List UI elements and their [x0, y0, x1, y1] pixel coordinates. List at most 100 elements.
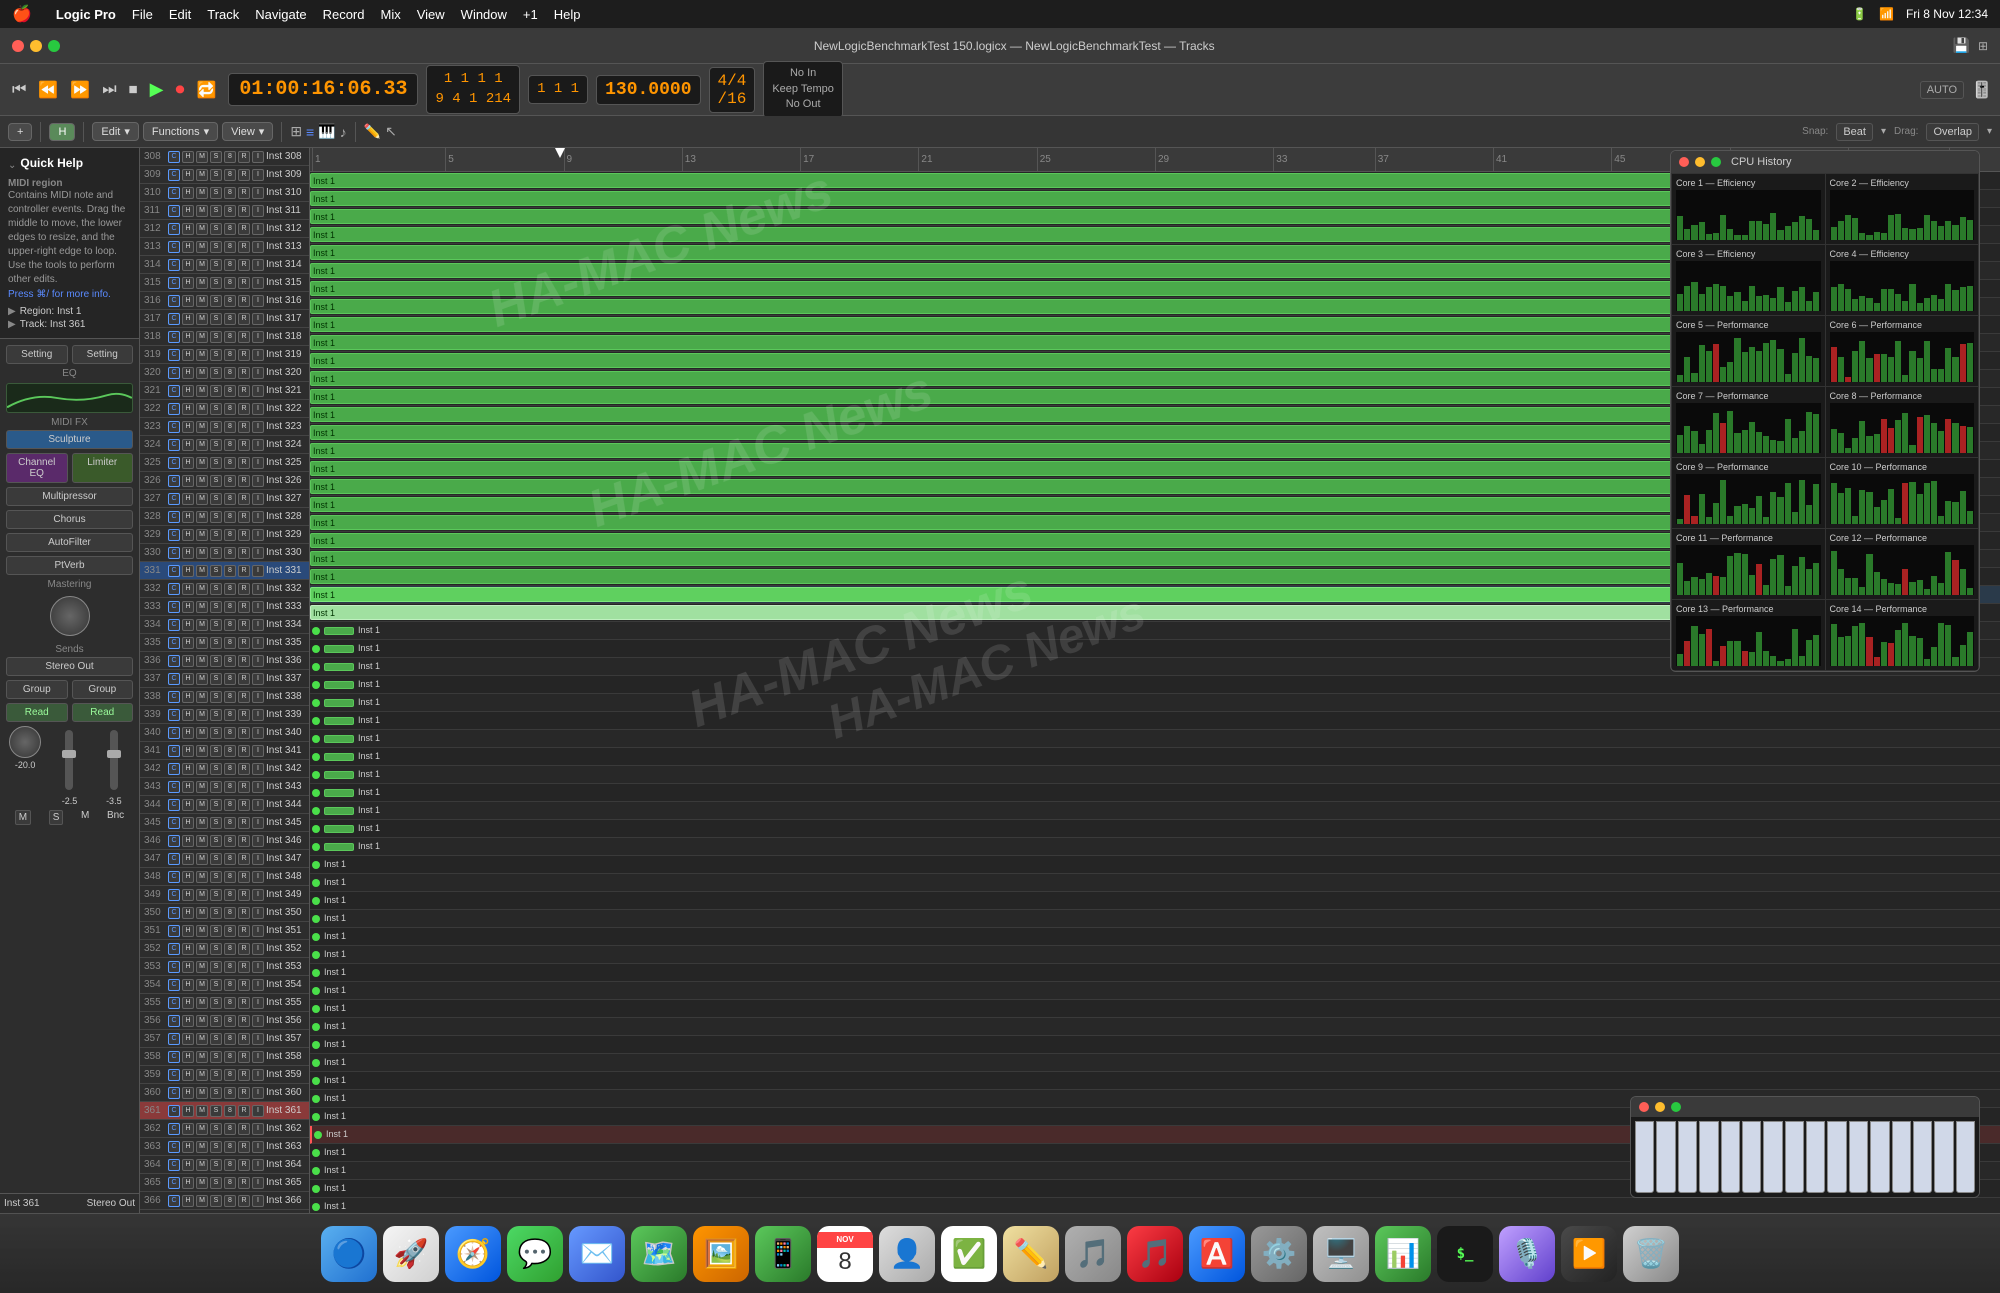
- track-i-318[interactable]: I: [252, 331, 264, 343]
- track-solo-319[interactable]: H: [182, 349, 194, 361]
- dock-itunes[interactable]: 🎵: [1065, 1226, 1121, 1282]
- track-m-343[interactable]: M: [196, 781, 208, 793]
- menu-edit[interactable]: Edit: [169, 7, 191, 22]
- track-m-329[interactable]: M: [196, 529, 208, 541]
- collapse-icon[interactable]: ⌄: [8, 160, 16, 171]
- arrange-row-365[interactable]: Inst 1: [310, 1198, 2000, 1213]
- track-mute-347[interactable]: C: [168, 853, 180, 865]
- track-mute-323[interactable]: C: [168, 421, 180, 433]
- track-m-340[interactable]: M: [196, 727, 208, 739]
- track-m-347[interactable]: M: [196, 853, 208, 865]
- track-r-327[interactable]: R: [238, 493, 250, 505]
- track-r-363[interactable]: R: [238, 1141, 250, 1153]
- track-mute-357[interactable]: C: [168, 1033, 180, 1045]
- track-8-331[interactable]: 8: [224, 565, 236, 577]
- track-r-338[interactable]: R: [238, 691, 250, 703]
- track-r-326[interactable]: R: [238, 475, 250, 487]
- track-header-329[interactable]: 329 C H M S 8 R I Inst 329: [140, 526, 309, 544]
- group-slot[interactable]: Group: [6, 680, 68, 699]
- dock-calendar[interactable]: NOV 8: [817, 1226, 873, 1282]
- track-s-325[interactable]: S: [210, 457, 222, 469]
- dock-trash[interactable]: 🗑️: [1623, 1226, 1679, 1282]
- piano-white-key-3[interactable]: [1699, 1121, 1718, 1193]
- track-mute-350[interactable]: C: [168, 907, 180, 919]
- arrange-row-344[interactable]: Inst 1: [310, 820, 2000, 838]
- track-s-350[interactable]: S: [210, 907, 222, 919]
- track-8-355[interactable]: 8: [224, 997, 236, 1009]
- track-i-314[interactable]: I: [252, 259, 264, 271]
- track-8-347[interactable]: 8: [224, 853, 236, 865]
- track-s-322[interactable]: S: [210, 403, 222, 415]
- menu-file[interactable]: File: [132, 7, 153, 22]
- track-header-342[interactable]: 342 C H M S 8 R I Inst 342: [140, 760, 309, 778]
- track-solo-338[interactable]: H: [182, 691, 194, 703]
- track-i-321[interactable]: I: [252, 385, 264, 397]
- track-i-342[interactable]: I: [252, 763, 264, 775]
- track-s-343[interactable]: S: [210, 781, 222, 793]
- track-8-335[interactable]: 8: [224, 637, 236, 649]
- track-r-328[interactable]: R: [238, 511, 250, 523]
- track-8-325[interactable]: 8: [224, 457, 236, 469]
- track-r-329[interactable]: R: [238, 529, 250, 541]
- track-r-347[interactable]: R: [238, 853, 250, 865]
- tempo-display[interactable]: 130.0000: [596, 75, 700, 105]
- track-i-347[interactable]: I: [252, 853, 264, 865]
- track-8-342[interactable]: 8: [224, 763, 236, 775]
- track-header-317[interactable]: 317 C H M S 8 R I Inst 317: [140, 310, 309, 328]
- track-r-320[interactable]: R: [238, 367, 250, 379]
- track-r-323[interactable]: R: [238, 421, 250, 433]
- track-s-316[interactable]: S: [210, 295, 222, 307]
- track-m-358[interactable]: M: [196, 1051, 208, 1063]
- mini-region-341[interactable]: [324, 771, 354, 779]
- track-i-357[interactable]: I: [252, 1033, 264, 1045]
- track-i-364[interactable]: I: [252, 1159, 264, 1171]
- track-s-323[interactable]: S: [210, 421, 222, 433]
- track-header-323[interactable]: 323 C H M S 8 R I Inst 323: [140, 418, 309, 436]
- track-8-328[interactable]: 8: [224, 511, 236, 523]
- track-solo-327[interactable]: H: [182, 493, 194, 505]
- track-mute-332[interactable]: C: [168, 583, 180, 595]
- track-8-359[interactable]: 8: [224, 1069, 236, 1081]
- fader-1[interactable]: [65, 730, 73, 790]
- dock-finder[interactable]: 🔵: [321, 1226, 377, 1282]
- track-i-335[interactable]: I: [252, 637, 264, 649]
- track-i-360[interactable]: I: [252, 1087, 264, 1099]
- track-solo-363[interactable]: H: [182, 1141, 194, 1153]
- track-header-325[interactable]: 325 C H M S 8 R I Inst 325: [140, 454, 309, 472]
- track-mute-333[interactable]: C: [168, 601, 180, 613]
- track-r-318[interactable]: R: [238, 331, 250, 343]
- track-solo-348[interactable]: H: [182, 871, 194, 883]
- track-r-342[interactable]: R: [238, 763, 250, 775]
- track-solo-329[interactable]: H: [182, 529, 194, 541]
- track-mute-345[interactable]: C: [168, 817, 180, 829]
- track-8-358[interactable]: 8: [224, 1051, 236, 1063]
- track-m-339[interactable]: M: [196, 709, 208, 721]
- track-s-366[interactable]: S: [210, 1195, 222, 1207]
- track-i-344[interactable]: I: [252, 799, 264, 811]
- dock-syspreferences[interactable]: ⚙️: [1251, 1226, 1307, 1282]
- track-header-335[interactable]: 335 C H M S 8 R I Inst 335: [140, 634, 309, 652]
- track-i-361[interactable]: I: [252, 1105, 264, 1117]
- track-m-341[interactable]: M: [196, 745, 208, 757]
- mini-region-334[interactable]: [324, 645, 354, 653]
- track-i-332[interactable]: I: [252, 583, 264, 595]
- dock-maps[interactable]: 🗺️: [631, 1226, 687, 1282]
- track-m-355[interactable]: M: [196, 997, 208, 1009]
- track-8-363[interactable]: 8: [224, 1141, 236, 1153]
- track-solo-309[interactable]: H: [182, 169, 194, 181]
- save-icon[interactable]: 💾: [1953, 37, 1970, 54]
- arrange-row-356[interactable]: Inst 1: [310, 1036, 2000, 1054]
- track-solo-357[interactable]: H: [182, 1033, 194, 1045]
- track-m-359[interactable]: M: [196, 1069, 208, 1081]
- track-s-364[interactable]: S: [210, 1159, 222, 1171]
- track-solo-342[interactable]: H: [182, 763, 194, 775]
- arrange-row-346[interactable]: Inst 1: [310, 856, 2000, 874]
- track-r-316[interactable]: R: [238, 295, 250, 307]
- track-8-309[interactable]: 8: [224, 169, 236, 181]
- track-8-357[interactable]: 8: [224, 1033, 236, 1045]
- track-r-330[interactable]: R: [238, 547, 250, 559]
- dock-activity[interactable]: 📊: [1375, 1226, 1431, 1282]
- track-s-314[interactable]: S: [210, 259, 222, 271]
- piano-white-key-2[interactable]: [1678, 1121, 1697, 1193]
- track-r-364[interactable]: R: [238, 1159, 250, 1171]
